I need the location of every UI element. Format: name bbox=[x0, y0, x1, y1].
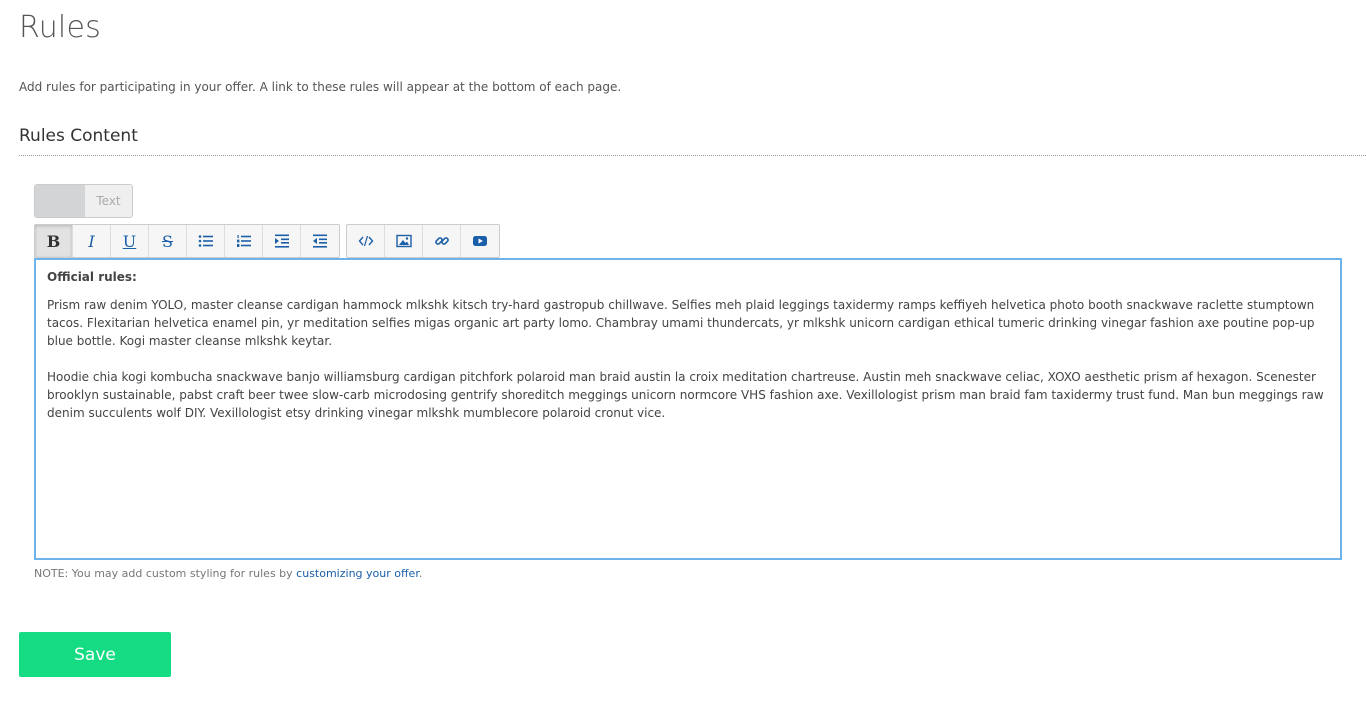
note-prefix: NOTE: You may add custom styling for rul… bbox=[34, 567, 297, 580]
rules-paragraph-1: Prism raw denim YOLO, master cleanse car… bbox=[47, 298, 1315, 348]
mode-toggle-text[interactable]: Text bbox=[85, 185, 132, 217]
editor-mode-toggle[interactable]: Text bbox=[34, 184, 133, 218]
video-icon bbox=[473, 236, 487, 246]
insert-link-button[interactable] bbox=[423, 225, 461, 257]
indent-button[interactable] bbox=[263, 225, 301, 257]
source-code-button[interactable] bbox=[347, 225, 385, 257]
bullet-list-button[interactable] bbox=[187, 225, 225, 257]
indent-icon bbox=[274, 234, 289, 248]
bold-button[interactable]: B bbox=[35, 225, 73, 257]
numbered-list-button[interactable] bbox=[225, 225, 263, 257]
insert-group bbox=[346, 224, 500, 258]
rules-editor[interactable]: Official rules: Prism raw denim YOLO, ma… bbox=[34, 258, 1342, 560]
outdent-button[interactable] bbox=[301, 225, 339, 257]
page-title: Rules bbox=[19, 10, 101, 45]
strikethrough-button[interactable]: S bbox=[149, 225, 187, 257]
page-description: Add rules for participating in your offe… bbox=[19, 80, 622, 94]
note-suffix: . bbox=[418, 567, 423, 580]
section-divider bbox=[19, 155, 1366, 156]
insert-video-button[interactable] bbox=[461, 225, 499, 257]
italic-icon: I bbox=[88, 231, 95, 251]
format-group: B I U S bbox=[34, 224, 340, 258]
mode-toggle-visual[interactable] bbox=[35, 185, 85, 217]
section-title: Rules Content bbox=[19, 126, 138, 146]
numbered-list-icon bbox=[236, 235, 251, 247]
rules-paragraph-2: Hoodie chia kogi kombucha snackwave banj… bbox=[47, 370, 1324, 420]
editor-toolbar: B I U S bbox=[34, 224, 500, 258]
bullet-list-icon bbox=[198, 235, 213, 247]
styling-note: NOTE: You may add custom styling for rul… bbox=[34, 567, 422, 580]
link-icon bbox=[434, 237, 449, 245]
image-icon bbox=[395, 234, 412, 248]
rules-heading: Official rules: bbox=[47, 270, 137, 284]
customize-offer-link[interactable]: customizing your offer bbox=[296, 567, 419, 580]
bold-icon: B bbox=[46, 231, 61, 251]
save-button[interactable]: Save bbox=[19, 632, 171, 677]
italic-button[interactable]: I bbox=[73, 225, 111, 257]
strikethrough-icon: S bbox=[162, 231, 173, 251]
insert-image-button[interactable] bbox=[385, 225, 423, 257]
underline-icon: U bbox=[122, 231, 137, 251]
outdent-icon bbox=[313, 234, 327, 248]
underline-button[interactable]: U bbox=[111, 225, 149, 257]
code-icon bbox=[358, 235, 373, 247]
